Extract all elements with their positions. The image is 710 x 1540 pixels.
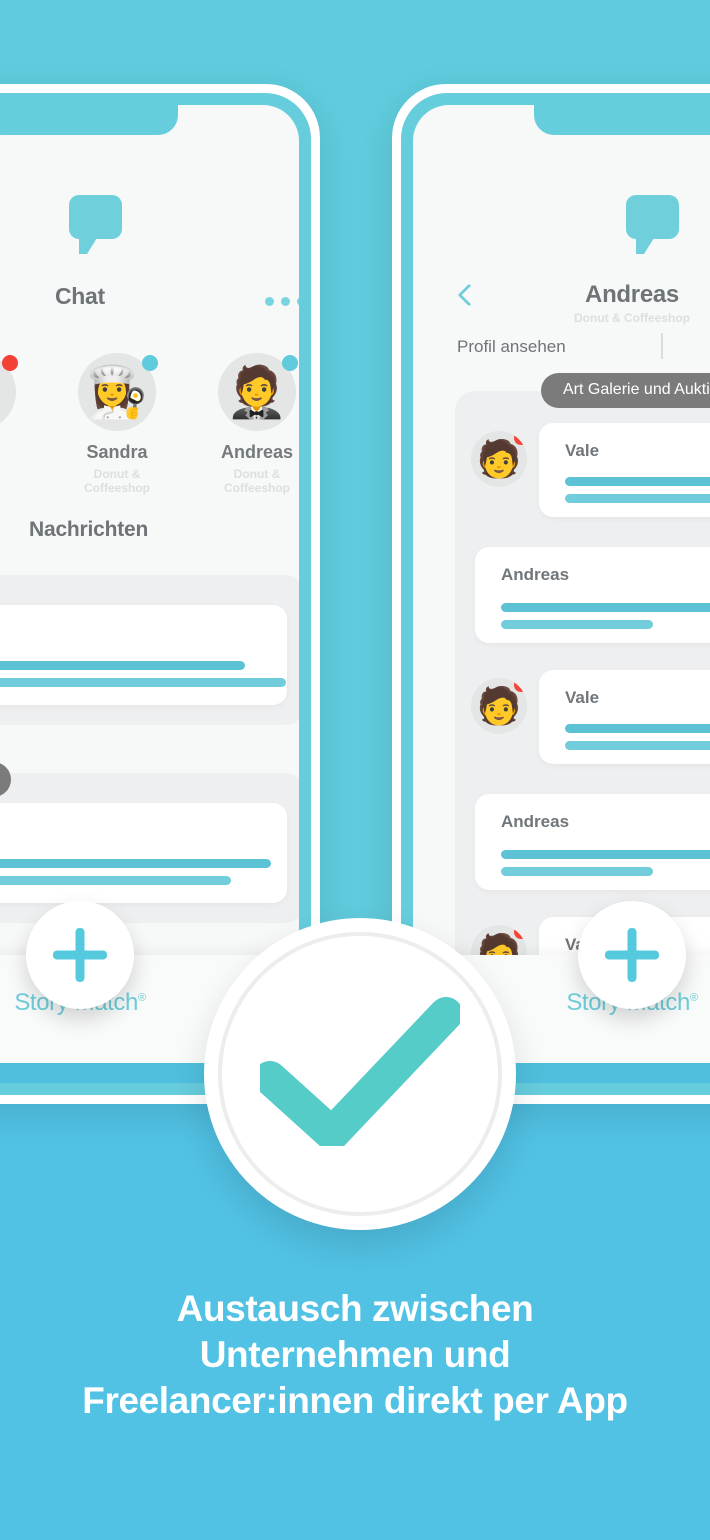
avatar: 👩‍🍳 xyxy=(78,353,158,431)
message-text-line xyxy=(501,620,653,629)
message-group-1[interactable]: Vale xyxy=(0,575,299,725)
speech-bubble-icon xyxy=(626,195,679,254)
checkmark-icon xyxy=(260,997,460,1146)
story-name: Andreas xyxy=(220,442,294,462)
message-bubble[interactable]: Vale xyxy=(539,670,710,764)
message-text-line xyxy=(501,603,710,612)
status-badge-unread xyxy=(2,355,18,371)
message-group-2[interactable]: Sandra xyxy=(0,773,299,923)
message-text-line xyxy=(501,867,653,876)
message-bubble[interactable]: Andreas xyxy=(475,794,710,890)
unread-dot xyxy=(514,678,527,692)
message-bubble[interactable]: Vale xyxy=(539,423,710,517)
chat-partner-name: Andreas xyxy=(585,281,679,308)
message-card[interactable]: Sandra xyxy=(0,803,287,903)
story-company: Donut & Coffeeshop xyxy=(224,467,290,495)
story-name: Sandra xyxy=(86,442,148,462)
unread-dot xyxy=(514,925,527,939)
avatar: 🤵 xyxy=(218,353,298,431)
message-text-line xyxy=(0,876,231,885)
checkmark-badge xyxy=(204,918,516,1230)
avatar xyxy=(0,353,18,431)
message-text-line xyxy=(565,494,710,503)
avatar: 🧑 xyxy=(471,678,527,734)
message-bubble[interactable]: Andreas xyxy=(475,547,710,643)
story-company: Donut & Coffeeshop xyxy=(84,467,150,495)
chat-partner-company: Donut & Coffeeshop xyxy=(574,311,690,325)
phone-notch-left xyxy=(0,105,178,135)
phone-screen-left: Chat 👩‍🍳 Sandra xyxy=(0,105,299,1083)
avatar: 🧑 xyxy=(471,431,527,487)
message-text-line xyxy=(565,724,710,733)
view-profile-link[interactable]: Profil ansehen xyxy=(457,337,566,357)
unread-dot xyxy=(514,431,527,445)
add-button[interactable] xyxy=(578,901,686,1009)
headline-line-3: Freelancer:innen direkt per App xyxy=(82,1379,628,1421)
message-card[interactable]: Vale xyxy=(0,605,287,705)
brand-mark: ® xyxy=(689,992,698,1004)
message-text-line xyxy=(0,859,271,868)
avatar-image: 🧑 xyxy=(476,685,522,726)
status-badge-online xyxy=(142,355,158,371)
headline: Austausch zwischen Unternehmen und Freel… xyxy=(0,1286,710,1424)
avatar-image: 🧑 xyxy=(476,438,522,479)
message-text-line xyxy=(565,741,710,750)
section-title-nachrichten: Nachrichten xyxy=(29,518,149,541)
vertical-divider xyxy=(661,333,663,359)
phone-bezel-left: Chat 👩‍🍳 Sandra xyxy=(0,93,311,1095)
message-sender: Andreas xyxy=(501,565,570,584)
story-item-sandra[interactable]: 👩‍🍳 Sandra Donut & Coffeeshop xyxy=(67,353,167,496)
conversation-pill[interactable]: Art Galerie und Auktionen xyxy=(541,373,710,408)
message-sender: Andreas xyxy=(501,812,570,831)
speech-bubble-icon xyxy=(69,195,122,254)
message-sender: Vale xyxy=(565,688,600,707)
ellipsis-icon[interactable] xyxy=(265,297,299,306)
page-title: Chat xyxy=(55,283,105,309)
message-text-line xyxy=(565,477,710,486)
story-item-andreas[interactable]: 🤵 Andreas Donut & Coffeeshop xyxy=(207,353,299,496)
brand-mark: ® xyxy=(137,992,146,1004)
message-sender: Vale xyxy=(565,441,600,460)
story-item-partial[interactable] xyxy=(0,353,27,496)
headline-line-1: Austausch zwischen xyxy=(176,1288,534,1329)
headline-line-2: Unternehmen und xyxy=(199,1333,511,1375)
phone-screen-right: Andreas Donut & Coffeeshop Profil ansehe… xyxy=(413,105,710,1083)
message-text-line xyxy=(501,850,710,859)
add-button[interactable] xyxy=(26,901,134,1009)
story-row: 👩‍🍳 Sandra Donut & Coffeeshop 🤵 Andreas … xyxy=(0,353,299,496)
phone-notch-right xyxy=(534,105,710,135)
message-text-line xyxy=(0,661,245,670)
status-badge-online xyxy=(282,355,298,371)
message-text-line xyxy=(0,678,286,687)
